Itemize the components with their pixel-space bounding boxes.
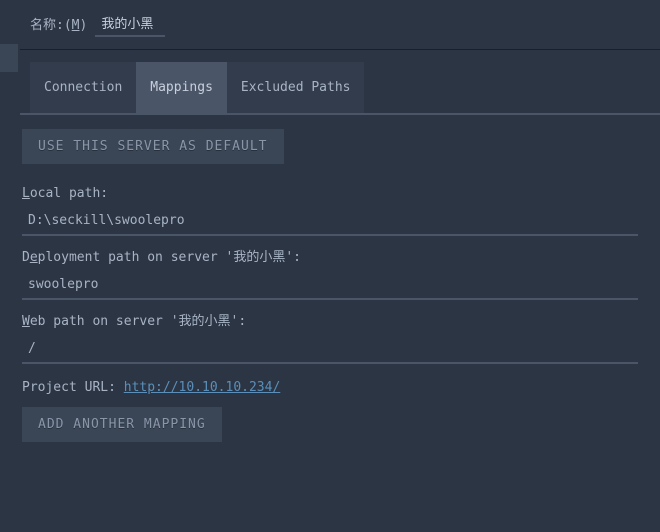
tabs: Connection Mappings Excluded Paths: [30, 62, 660, 113]
project-url-row: Project URL: http://10.10.10.234/: [22, 380, 638, 395]
local-path-input[interactable]: D:\seckill\swoolepro: [22, 203, 638, 236]
local-path-label: Local path:: [22, 186, 638, 201]
deployment-path-prefix: D: [22, 250, 30, 265]
left-panel-stub: [0, 44, 18, 72]
deployment-path-mnemonic: e: [30, 250, 38, 265]
name-label: 名称:(M): [30, 14, 87, 33]
local-path-mnemonic: L: [22, 186, 30, 201]
tab-connection[interactable]: Connection: [30, 62, 136, 113]
name-label-suffix: ): [79, 18, 87, 33]
web-path-input[interactable]: /: [22, 331, 638, 364]
tabs-underline: [20, 113, 660, 115]
deployment-path-label-text: ployment path on server '我的小黑':: [38, 250, 301, 265]
web-path-label: Web path on server '我的小黑':: [22, 310, 638, 329]
deployment-path-input[interactable]: swoolepro: [22, 267, 638, 300]
project-url-label: Project URL:: [22, 380, 124, 395]
name-input[interactable]: 我的小黑: [95, 10, 165, 37]
add-another-mapping-button[interactable]: ADD ANOTHER MAPPING: [22, 407, 222, 442]
project-url-link[interactable]: http://10.10.10.234/: [124, 380, 281, 395]
use-server-default-button[interactable]: USE THIS SERVER AS DEFAULT: [22, 129, 284, 164]
mappings-content: USE THIS SERVER AS DEFAULT Local path: D…: [0, 115, 660, 442]
tab-excluded-paths[interactable]: Excluded Paths: [227, 62, 365, 113]
web-path-label-text: eb path on server '我的小黑':: [30, 314, 246, 329]
header-divider: [20, 49, 660, 50]
name-header-row: 名称:(M) 我的小黑: [0, 0, 660, 45]
tab-mappings[interactable]: Mappings: [136, 62, 227, 113]
name-label-prefix: 名称:(: [30, 18, 72, 33]
web-path-mnemonic: W: [22, 314, 30, 329]
local-path-label-text: ocal path:: [30, 186, 108, 201]
deployment-path-label: Deployment path on server '我的小黑':: [22, 246, 638, 265]
